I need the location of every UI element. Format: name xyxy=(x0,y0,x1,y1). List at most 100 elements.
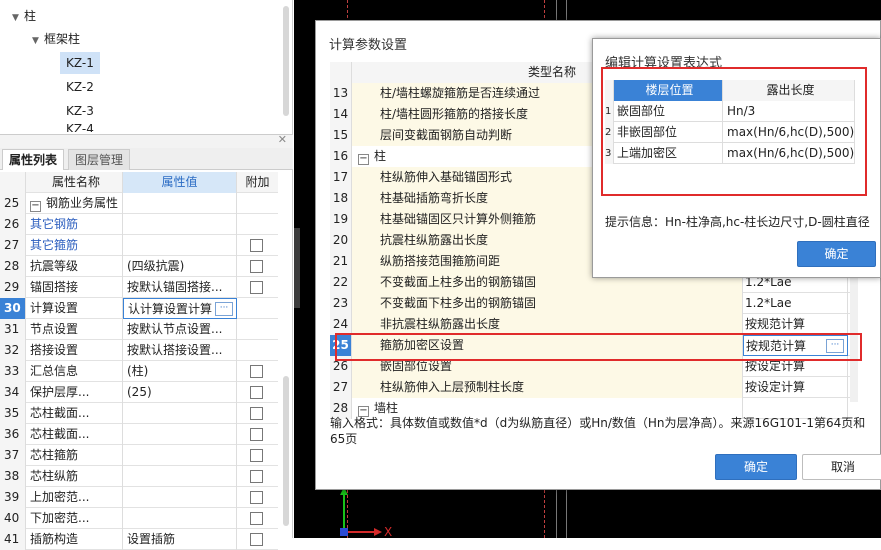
attach-checkbox[interactable] xyxy=(250,239,263,252)
attach-checkbox[interactable] xyxy=(250,470,263,483)
property-name: 抗震等级 xyxy=(26,256,123,277)
property-value[interactable]: 设置插筋 xyxy=(123,529,237,550)
property-name: 插筋构造 xyxy=(26,529,123,550)
property-value[interactable] xyxy=(123,424,237,445)
expression-row[interactable]: 1 嵌固部位 Hn/3 xyxy=(605,101,855,122)
collapse-handle[interactable] xyxy=(294,228,300,308)
property-value[interactable] xyxy=(123,487,237,508)
attach-checkbox[interactable] xyxy=(250,407,263,420)
row-index: 3 xyxy=(605,143,613,164)
property-row[interactable]: 34 保护层厚... (25) xyxy=(0,382,278,403)
row-index: 33 xyxy=(0,361,26,382)
setting-value[interactable]: 按规范计算 xyxy=(743,314,848,335)
attach-checkbox[interactable] xyxy=(250,533,263,546)
collapse-icon[interactable]: − xyxy=(30,201,41,212)
property-value[interactable] xyxy=(123,466,237,487)
setting-row[interactable]: 24 非抗震柱纵筋露出长度 按规范计算 xyxy=(330,314,850,335)
setting-row[interactable]: 23 不变截面下柱多出的钢筋锚固 1.2*Lae xyxy=(330,293,850,314)
tree-node-root[interactable]: ▼ 柱 xyxy=(12,5,36,27)
cancel-button[interactable]: 取消 xyxy=(802,454,881,480)
expression-row[interactable]: 2 非嵌固部位 max(Hn/6,hc(D),500) xyxy=(605,122,855,143)
extra-cell xyxy=(237,193,278,214)
property-row[interactable]: 41 插筋构造 设置插筋 xyxy=(0,529,278,550)
floor-position: 嵌固部位 xyxy=(613,101,723,122)
attach-checkbox[interactable] xyxy=(250,512,263,525)
property-row[interactable]: 32 搭接设置 按默认搭接设置... xyxy=(0,340,278,361)
property-row[interactable]: 28 抗震等级 (四级抗震) xyxy=(0,256,278,277)
property-row[interactable]: 35 芯柱截面... xyxy=(0,403,278,424)
exposed-length[interactable]: Hn/3 xyxy=(723,101,855,122)
expand-arrow-icon[interactable]: ▼ xyxy=(32,30,44,52)
setting-value[interactable]: 按设定计算 xyxy=(743,356,848,377)
attach-checkbox[interactable] xyxy=(250,428,263,441)
exposed-length[interactable]: max(Hn/6,hc(D),500) xyxy=(723,122,855,143)
property-row[interactable]: 39 上加密范... xyxy=(0,487,278,508)
property-value[interactable]: (柱) xyxy=(123,361,237,382)
tree-item-kz2[interactable]: KZ-2 xyxy=(66,76,94,98)
property-row[interactable]: 37 芯柱箍筋 xyxy=(0,445,278,466)
tree-node-child[interactable]: ▼ 框架柱 xyxy=(32,28,80,50)
collapse-icon[interactable]: − xyxy=(358,154,369,165)
attach-checkbox[interactable] xyxy=(250,449,263,462)
tab-properties[interactable]: 属性列表 xyxy=(2,149,65,170)
row-index: 28 xyxy=(0,256,26,277)
subdialog-ok-button[interactable]: 确定 xyxy=(797,241,876,267)
tree-item-kz1[interactable]: KZ-1 xyxy=(60,52,100,74)
property-value[interactable] xyxy=(123,403,237,424)
tree-item-kz4[interactable]: KZ-4 xyxy=(66,122,94,132)
row-index: 29 xyxy=(0,277,26,298)
row-index: 21 xyxy=(330,251,352,272)
attach-checkbox[interactable] xyxy=(250,260,263,273)
property-row[interactable]: 29 锚固搭接 按默认锚固搭接... xyxy=(0,277,278,298)
property-value[interactable] xyxy=(123,235,237,256)
attach-checkbox[interactable] xyxy=(250,281,263,294)
property-value[interactable]: 按默认锚固搭接... xyxy=(123,277,237,298)
property-row[interactable]: 27 其它箍筋 xyxy=(0,235,278,256)
attach-checkbox[interactable] xyxy=(250,491,263,504)
property-value[interactable] xyxy=(123,508,237,529)
property-row[interactable]: 36 芯柱截面... xyxy=(0,424,278,445)
setting-value[interactable]: 按设定计算 xyxy=(743,377,848,398)
property-row[interactable]: 33 汇总信息 (柱) xyxy=(0,361,278,382)
row-index: 39 xyxy=(0,487,26,508)
tree-item-kz3[interactable]: KZ-3 xyxy=(66,100,94,122)
floor-position: 非嵌固部位 xyxy=(613,122,723,143)
property-row[interactable]: 30 计算设置 认计算设置计算 ··· xyxy=(0,298,278,319)
property-value[interactable] xyxy=(123,214,237,235)
row-index: 36 xyxy=(0,424,26,445)
tree-scrollbar[interactable] xyxy=(283,6,289,116)
subdialog-title: 编辑计算设置表达式 xyxy=(605,56,723,71)
row-index: 27 xyxy=(0,235,26,256)
property-value[interactable]: 按默认搭接设置... xyxy=(123,340,237,361)
expression-row[interactable]: 3 上端加密区 max(Hn/6,hc(D),500) xyxy=(605,143,855,164)
exposed-length[interactable]: max(Hn/6,hc(D),500) xyxy=(723,143,855,164)
more-button[interactable]: ··· xyxy=(826,339,844,353)
setting-row[interactable]: 27 柱纵筋伸入上层预制柱长度 按设定计算 xyxy=(330,377,850,398)
more-button[interactable]: ··· xyxy=(215,302,233,316)
tab-layers[interactable]: 图层管理 xyxy=(68,149,131,170)
attach-checkbox[interactable] xyxy=(250,365,263,378)
property-row[interactable]: 25− 钢筋业务属性 xyxy=(0,193,278,214)
property-value[interactable]: 按默认节点设置... xyxy=(123,319,237,340)
ok-button[interactable]: 确定 xyxy=(715,454,797,480)
property-value[interactable]: 认计算设置计算 ··· xyxy=(123,298,237,319)
attach-checkbox[interactable] xyxy=(250,386,263,399)
setting-row[interactable]: 26 嵌固部位设置 按设定计算 xyxy=(330,356,850,377)
property-row[interactable]: 26 其它钢筋 xyxy=(0,214,278,235)
close-icon[interactable]: ✕ xyxy=(278,133,287,146)
setting-value[interactable]: 按规范计算 ··· xyxy=(743,335,848,356)
property-row[interactable]: 40 下加密范... xyxy=(0,508,278,529)
extra-cell xyxy=(237,361,278,382)
property-value[interactable]: (25) xyxy=(123,382,237,403)
setting-value[interactable]: 1.2*Lae xyxy=(743,293,848,314)
row-index: 31 xyxy=(0,319,26,340)
property-value[interactable] xyxy=(123,445,237,466)
property-value[interactable] xyxy=(123,193,237,214)
row-index: 30 xyxy=(0,298,26,319)
property-scrollbar[interactable] xyxy=(283,376,289,526)
property-row[interactable]: 38 芯柱纵筋 xyxy=(0,466,278,487)
property-value[interactable]: (四级抗震) xyxy=(123,256,237,277)
setting-row[interactable]: 25 箍筋加密区设置 按规范计算 ··· xyxy=(330,335,850,356)
expand-arrow-icon[interactable]: ▼ xyxy=(12,7,24,29)
property-row[interactable]: 31 节点设置 按默认节点设置... xyxy=(0,319,278,340)
